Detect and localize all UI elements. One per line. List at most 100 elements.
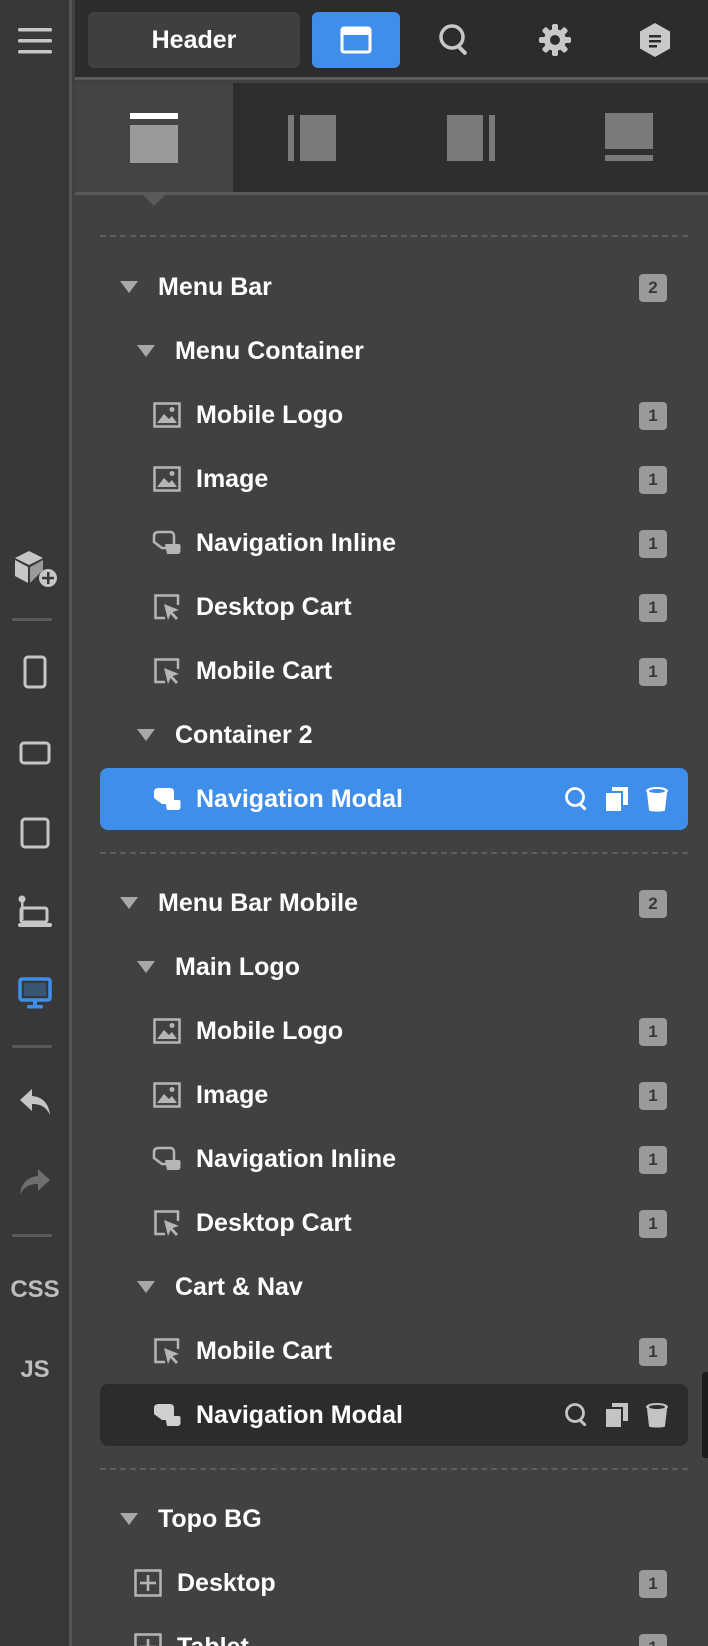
tree-item[interactable]: Desktop 1 — [100, 1552, 688, 1614]
item-label: Mobile Logo — [196, 1016, 344, 1045]
item-label: Mobile Logo — [196, 400, 344, 429]
tree-item[interactable]: Mobile Cart 1 — [100, 1320, 688, 1382]
tree-container-cart-and-nav[interactable]: Cart & Nav — [100, 1256, 688, 1318]
tab-left-layout[interactable] — [233, 83, 391, 192]
add-component-icon[interactable] — [0, 546, 70, 590]
tree-item[interactable]: Navigation Inline 1 — [100, 1128, 688, 1190]
tree-group-menu-bar-mobile[interactable]: Menu Bar Mobile 2 — [100, 872, 688, 934]
tablet-landscape-icon[interactable] — [0, 731, 70, 775]
container-label: Cart & Nav — [175, 1272, 303, 1301]
tree-group-topo-bg[interactable]: Topo BG — [100, 1488, 688, 1550]
tree-item[interactable]: Desktop Cart 1 — [100, 576, 688, 638]
phone-icon[interactable] — [0, 650, 70, 694]
group-divider — [100, 852, 688, 854]
item-label: Navigation Modal — [196, 784, 403, 813]
header-button[interactable]: Header — [88, 12, 300, 68]
search-icon[interactable] — [564, 1402, 590, 1428]
layer-tree: Menu Bar 2 Menu Container Mobile Logo 1 … — [75, 198, 708, 1646]
css-button[interactable]: CSS — [0, 1270, 70, 1310]
trash-icon[interactable] — [644, 786, 670, 812]
layout-tabs — [75, 83, 708, 206]
trash-icon[interactable] — [644, 1402, 670, 1428]
caret-down-icon[interactable] — [120, 897, 138, 909]
left-rail: CSS JS — [0, 0, 72, 1646]
search-icon[interactable] — [564, 786, 590, 812]
layout-icon[interactable] — [312, 12, 400, 68]
gear-icon[interactable] — [511, 12, 599, 68]
tree-container-main-logo[interactable]: Main Logo — [100, 936, 688, 998]
group-divider — [100, 1468, 688, 1470]
tree-item[interactable]: Tablet 1 — [100, 1616, 688, 1646]
tree-item[interactable]: Mobile Logo 1 — [100, 384, 688, 446]
menu-icon[interactable] — [0, 18, 70, 64]
tree-group-menu-bar[interactable]: Menu Bar 2 — [100, 256, 688, 318]
caret-down-icon[interactable] — [137, 1281, 155, 1293]
navigation-icon — [152, 784, 182, 814]
rail-divider — [12, 1045, 52, 1048]
tree-item[interactable]: Image 1 — [100, 448, 688, 510]
rail-divider — [12, 1234, 52, 1237]
tree-container-container-2[interactable]: Container 2 — [100, 704, 688, 766]
redo-icon[interactable] — [0, 1160, 70, 1204]
navigation-icon — [152, 1400, 182, 1430]
image-icon — [152, 1016, 182, 1046]
item-label: Desktop Cart — [196, 1208, 352, 1237]
group-divider — [100, 235, 688, 237]
tree-item[interactable]: Mobile Cart 1 — [100, 640, 688, 702]
caret-down-icon[interactable] — [137, 729, 155, 741]
tree-item-selected[interactable]: Navigation Modal — [100, 768, 688, 830]
container-label: Menu Container — [175, 336, 364, 365]
tree-item[interactable]: Mobile Logo 1 — [100, 1000, 688, 1062]
item-label: Mobile Cart — [196, 1336, 333, 1365]
item-label: Image — [196, 1080, 269, 1109]
caret-down-icon[interactable] — [137, 961, 155, 973]
duplicate-icon[interactable] — [604, 1402, 630, 1428]
item-label: Mobile Cart — [196, 656, 333, 685]
hexagon-badge-icon[interactable] — [611, 12, 699, 68]
caret-down-icon[interactable] — [120, 1513, 138, 1525]
laptop-icon[interactable] — [0, 890, 70, 934]
image-icon — [152, 1080, 182, 1110]
count-badge: 1 — [639, 594, 667, 622]
row-actions — [564, 1384, 670, 1446]
app-window: CSS JS Header Menu Bar 2 Menu Container … — [0, 0, 708, 1646]
caret-down-icon[interactable] — [120, 281, 138, 293]
search-icon[interactable] — [411, 12, 499, 68]
item-label: Image — [196, 464, 269, 493]
item-label: Desktop — [177, 1568, 276, 1597]
count-badge: 2 — [639, 890, 667, 918]
cart-pointer-icon — [152, 656, 182, 686]
plus-box-icon — [133, 1568, 163, 1598]
tree-item-hover[interactable]: Navigation Modal — [100, 1384, 688, 1446]
tree-item[interactable]: Image 1 — [100, 1064, 688, 1126]
duplicate-icon[interactable] — [604, 786, 630, 812]
tree-item[interactable]: Navigation Inline 1 — [100, 512, 688, 574]
navigation-icon — [152, 1144, 182, 1174]
tab-top-layout[interactable] — [75, 83, 234, 206]
count-badge: 2 — [639, 274, 667, 302]
undo-icon[interactable] — [0, 1080, 70, 1124]
count-badge: 1 — [639, 1082, 667, 1110]
plus-box-icon — [133, 1632, 163, 1646]
item-label: Navigation Modal — [196, 1400, 403, 1429]
desktop-icon[interactable] — [0, 970, 70, 1016]
tree-container-menu-container[interactable]: Menu Container — [100, 320, 688, 382]
tablet-icon[interactable] — [0, 811, 70, 855]
image-icon — [152, 400, 182, 430]
item-label: Navigation Inline — [196, 1144, 397, 1173]
count-badge: 1 — [639, 530, 667, 558]
tree-item[interactable]: Desktop Cart 1 — [100, 1192, 688, 1254]
caret-down-icon[interactable] — [137, 345, 155, 357]
count-badge: 1 — [639, 1146, 667, 1174]
rail-divider — [12, 618, 52, 621]
scroll-handle[interactable] — [702, 1372, 708, 1458]
group-label: Menu Bar Mobile — [158, 888, 359, 917]
tab-bottom-layout[interactable] — [550, 83, 708, 192]
cart-pointer-icon — [152, 1336, 182, 1366]
image-icon — [152, 464, 182, 494]
tab-right-layout[interactable] — [392, 83, 550, 192]
count-badge: 1 — [639, 658, 667, 686]
item-label: Tablet — [177, 1633, 249, 1646]
js-button[interactable]: JS — [0, 1350, 70, 1390]
count-badge: 1 — [639, 1338, 667, 1366]
